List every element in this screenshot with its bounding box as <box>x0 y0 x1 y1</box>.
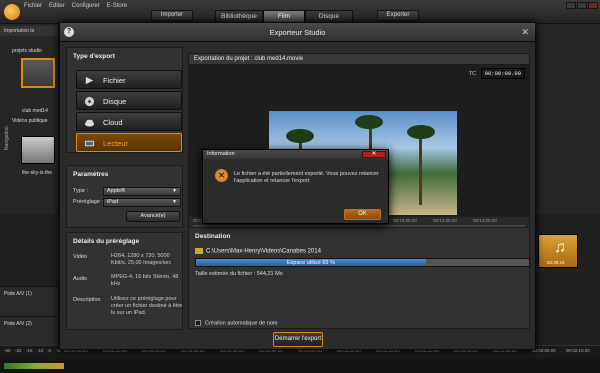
preset-select[interactable]: iPad ▼ <box>103 198 181 207</box>
close-icon[interactable]: ✕ <box>521 27 529 37</box>
navigation-label: Navigation <box>4 126 10 150</box>
scrub-tick: 00:14:00.00 <box>473 218 497 223</box>
minimize-icon[interactable] <box>566 2 576 9</box>
tree-item-sky[interactable]: the-sky-is-the <box>22 170 58 176</box>
close-window-icon[interactable] <box>588 2 598 9</box>
destination-path: C:\Users\Max-Henry\Videos\Canabes 2014 <box>206 248 321 255</box>
audio-label: Audio <box>73 276 88 282</box>
disk-space-label: Espace utilisé 69 % <box>286 260 335 266</box>
export-lecteur-button[interactable]: Lecteur <box>76 133 182 152</box>
status-bar <box>0 359 600 373</box>
tree-item-videos[interactable]: Vidéos publique <box>12 118 58 124</box>
tree-item-projets[interactable]: projets studio <box>12 48 58 54</box>
advanced-button[interactable]: Avancé(e) <box>126 211 180 222</box>
video-label: Vidéo <box>73 254 87 260</box>
music-duration: 02:49:24 <box>547 260 565 265</box>
auto-name-option[interactable]: Création automatique de nom <box>195 320 277 326</box>
import-button[interactable]: Importer <box>151 10 193 21</box>
music-clip[interactable]: ♫ 02:49:24 <box>538 234 578 268</box>
device-icon <box>84 140 95 147</box>
preset-label: Préréglage : <box>73 199 103 205</box>
meter-tick: -10 <box>37 348 44 353</box>
destination-panel: Destination C:\Users\Max-Henry\Videos\Ca… <box>188 227 530 329</box>
type-select-value: Apple® <box>107 188 126 194</box>
auto-name-checkbox[interactable] <box>195 320 201 326</box>
export-cloud-label: Cloud <box>103 118 123 127</box>
project-thumbnail[interactable] <box>21 58 55 88</box>
meter-tick: -22 <box>15 348 22 353</box>
scrub-tick: 00:12:00.00 <box>433 218 457 223</box>
menu-editer[interactable]: Editer <box>49 3 65 9</box>
parameters-title: Paramètres <box>73 171 109 178</box>
cloud-icon <box>84 119 95 127</box>
type-label: Type : <box>73 188 88 194</box>
timecode: TC 00:00:00.00 <box>469 68 525 79</box>
timecode-label: TC <box>468 71 477 77</box>
description-value: Utilisez ce préréglage pour créer un fic… <box>111 296 183 316</box>
export-type-title: Type d'export <box>73 53 115 60</box>
menu-bar: Fichier Editer Configurer E-Store <box>24 3 127 9</box>
chevron-down-icon: ▼ <box>172 199 177 205</box>
preset-details-title: Détails du préréglage <box>73 238 140 245</box>
tree-item-club-med[interactable]: club med14 <box>22 108 58 114</box>
disc-icon <box>84 96 95 107</box>
breadcrumb: Importation la <box>0 26 58 36</box>
type-select[interactable]: Apple® ▼ <box>103 187 181 196</box>
information-dialog: Information ✕ ✕ Le fichier a été partiel… <box>202 149 389 224</box>
export-fichier-button[interactable]: Fichier <box>76 70 182 89</box>
music-note-icon: ♫ <box>554 239 566 256</box>
video-thumbnail[interactable] <box>21 136 55 164</box>
ok-button[interactable]: OK <box>344 209 381 220</box>
chevron-down-icon: ▼ <box>172 188 177 194</box>
time-tick: 00:02:10.00 <box>566 348 590 353</box>
menu-fichier[interactable]: Fichier <box>24 3 42 9</box>
export-cloud-button[interactable]: Cloud <box>76 112 182 131</box>
export-lecteur-label: Lecteur <box>103 139 129 148</box>
export-disque-label: Disque <box>103 97 127 106</box>
info-message: Le fichier a été partiellement exporté. … <box>234 171 379 184</box>
maximize-icon[interactable] <box>577 2 587 9</box>
timecode-value[interactable]: 00:00:00.00 <box>480 68 525 79</box>
track-av-1[interactable]: Piste A/V (1) <box>0 286 58 316</box>
info-close-button[interactable]: ✕ <box>362 151 386 158</box>
description-label: Description <box>73 297 101 303</box>
scrub-tick: 00:10:00.00 <box>393 218 417 223</box>
preset-details-panel: Détails du préréglage Vidéo H264, 1280 x… <box>66 232 183 330</box>
disk-space-bar: Espace utilisé 69 % <box>195 258 530 267</box>
meter-tick: -60 <box>4 348 11 353</box>
destination-path-row[interactable]: C:\Users\Max-Henry\Videos\Canabes 2014 <box>195 248 321 255</box>
meter-tick: -6 <box>47 348 52 353</box>
audio-level-meter <box>4 363 64 369</box>
menu-configurer[interactable]: Configurer <box>72 3 100 9</box>
menu-estore[interactable]: E-Store <box>107 3 127 9</box>
file-size-estimate: Taille estimée du fichier : 544,21 Mo <box>195 271 283 277</box>
export-button[interactable]: Exporter <box>377 10 419 21</box>
export-fichier-label: Fichier <box>103 76 126 85</box>
studio-logo-icon <box>4 4 20 20</box>
auto-name-label: Création automatique de nom <box>205 320 278 327</box>
app-bar: Fichier Editer Configurer E-Store Import… <box>0 0 600 24</box>
track-av-2[interactable]: Piste A/V (2) <box>0 316 58 346</box>
file-arrow-icon <box>85 76 94 85</box>
preview-title: Exportation du projet : club med14.movie <box>189 54 529 65</box>
start-export-button[interactable]: Démarrer l'export <box>273 332 323 347</box>
destination-title: Destination <box>195 233 231 240</box>
error-icon: ✕ <box>215 169 228 182</box>
export-type-panel: Type d'export Fichier Disque Cloud Lecte… <box>66 47 183 153</box>
player-panel <box>536 24 600 214</box>
video-value: H264, 1280 x 720, 5000 Kbit/s, 25,00 Ima… <box>111 253 172 266</box>
audio-value: MPEG-4, 16 bits Stéréo, 48 kHz <box>111 274 179 287</box>
meter-tick: -16 <box>26 348 33 353</box>
parameters-panel: Paramètres Type : Apple® ▼ Préréglage : … <box>66 165 183 228</box>
folder-icon <box>195 248 203 254</box>
dialog-title: Exporteur Studio <box>269 28 326 37</box>
preset-select-value: iPad <box>107 199 119 205</box>
export-disque-button[interactable]: Disque <box>76 91 182 110</box>
info-title: Information <box>203 150 388 159</box>
dialog-titlebar: ? Exporteur Studio ✕ <box>60 23 535 42</box>
